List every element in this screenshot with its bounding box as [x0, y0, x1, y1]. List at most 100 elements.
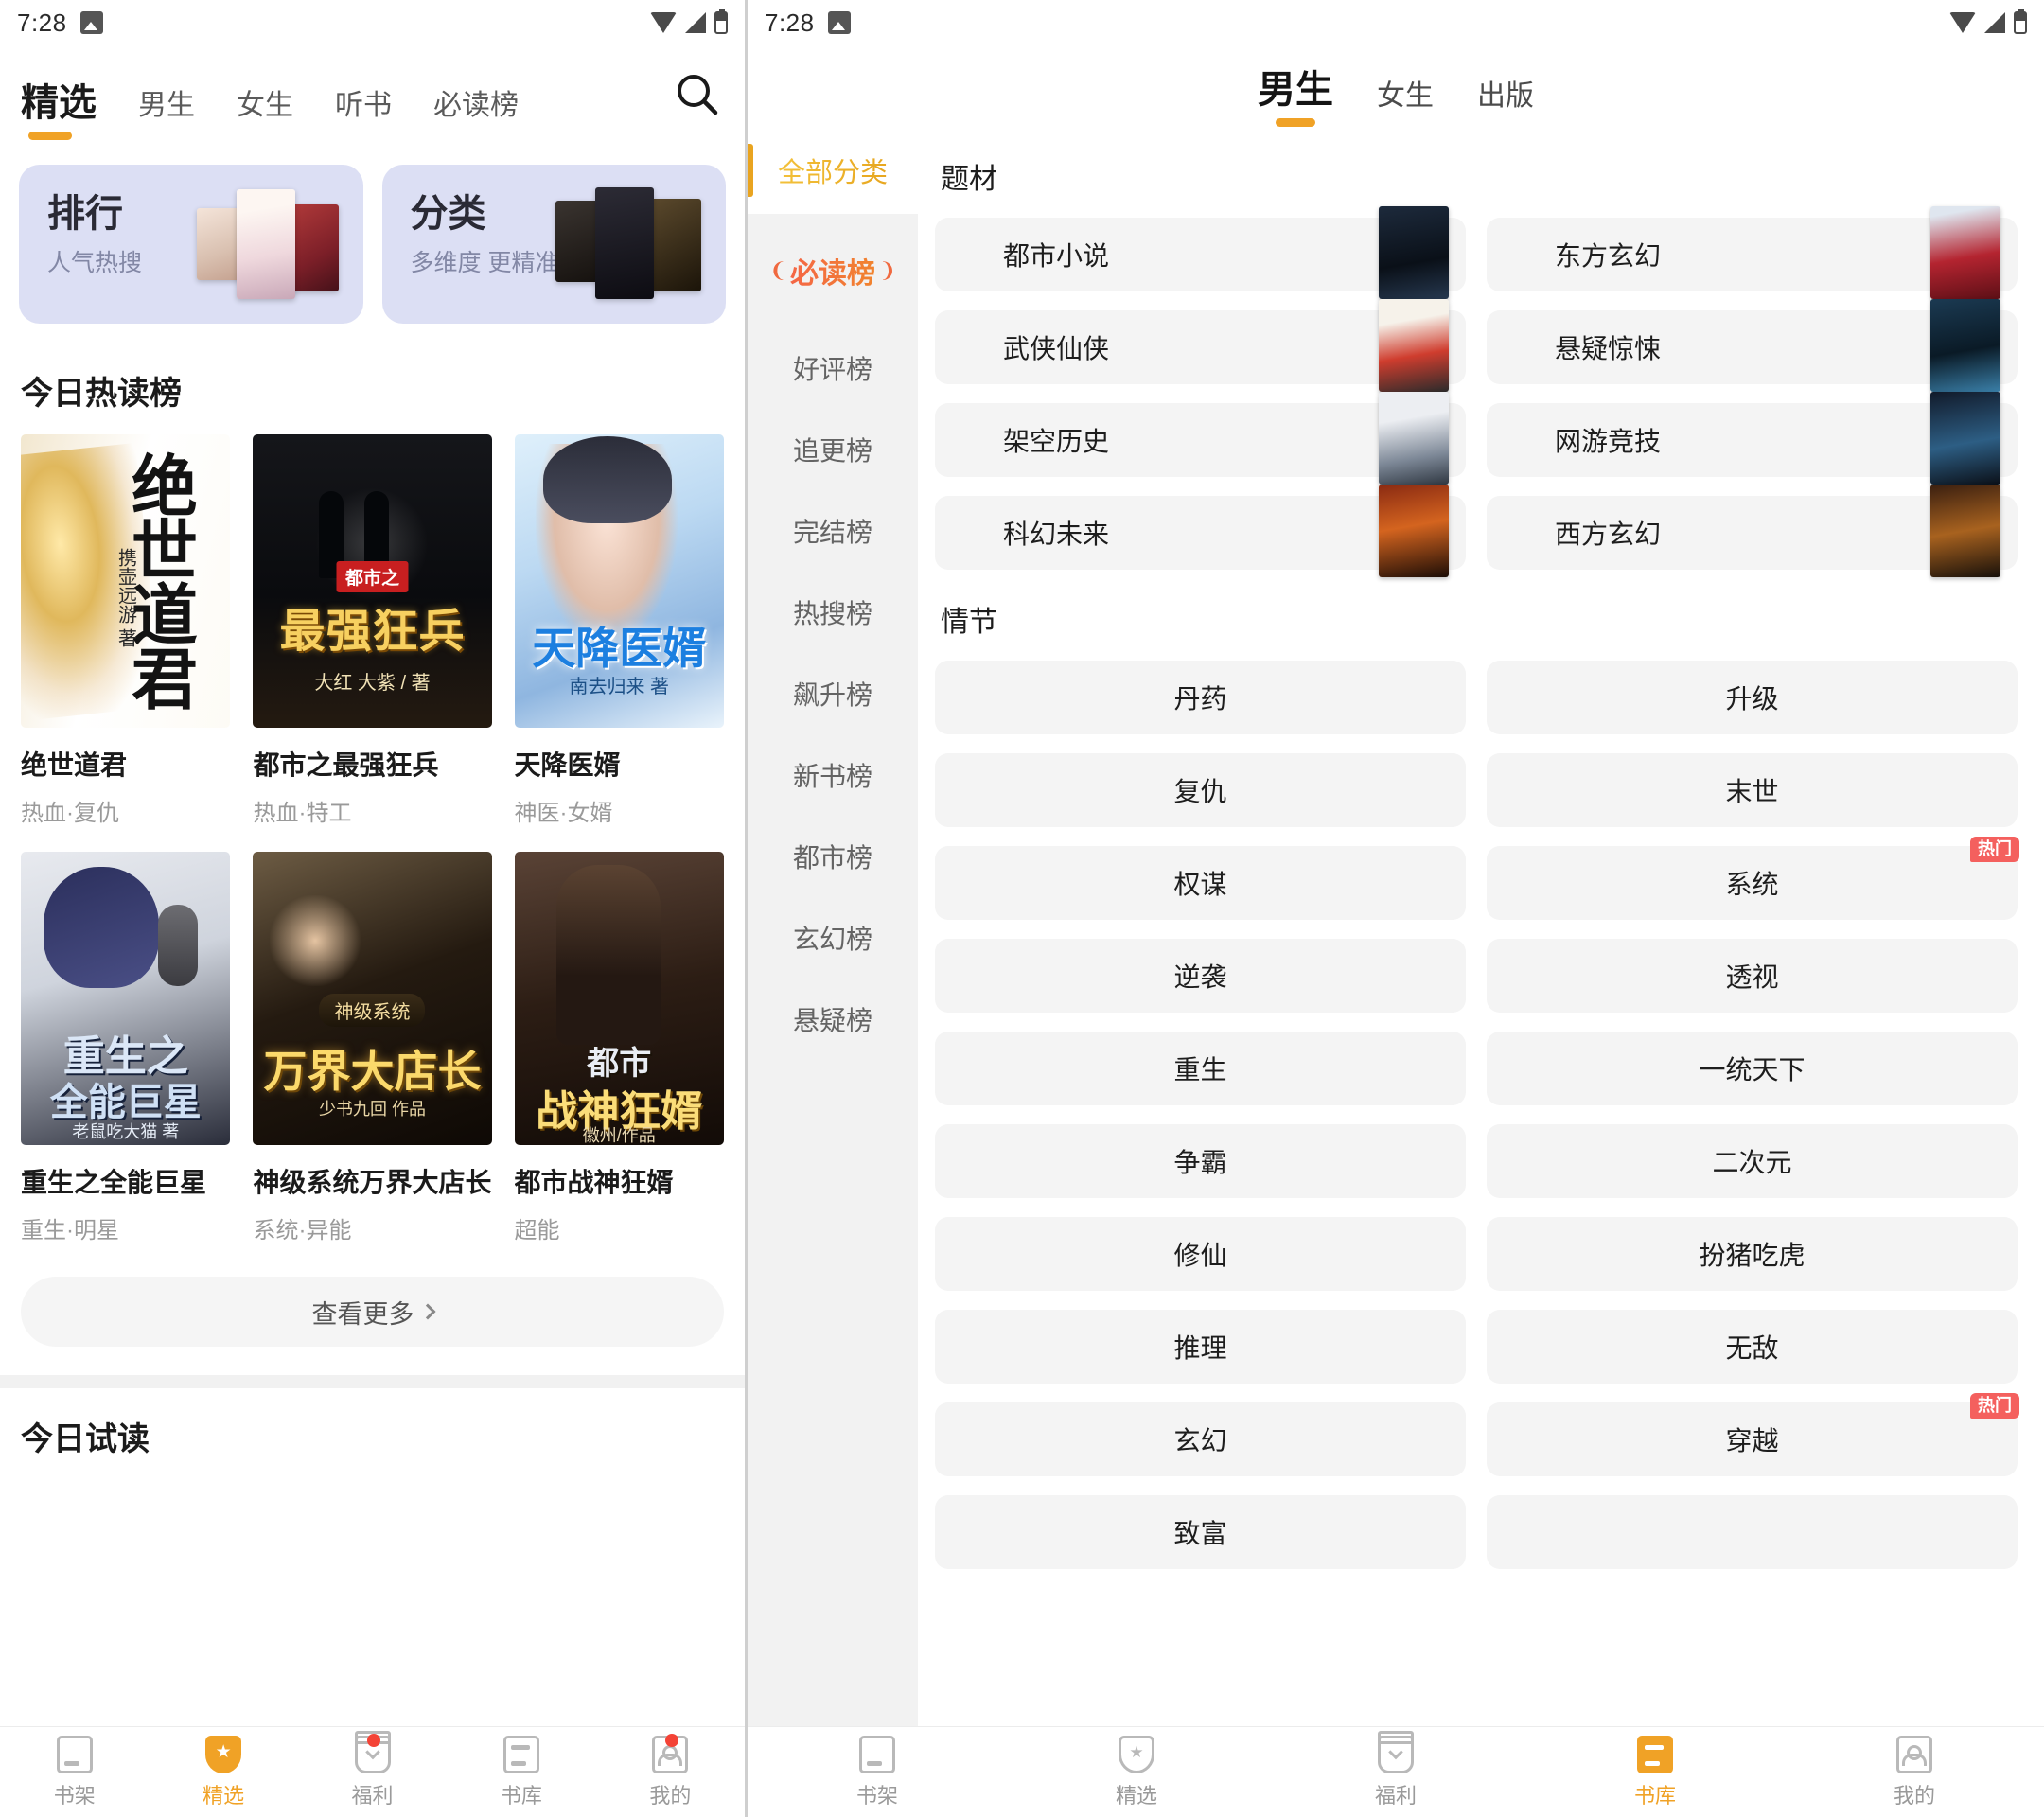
chip-cover-art: [1379, 392, 1449, 485]
cover-author-text: 携壶远游 著: [112, 548, 139, 647]
nav-item-fuli[interactable]: 福利: [1266, 1736, 1525, 1809]
chip-chongsheng[interactable]: 重生: [935, 1032, 1466, 1105]
chip-moshi[interactable]: 末世: [1487, 753, 2018, 827]
see-more-button[interactable]: 查看更多: [21, 1277, 724, 1347]
chip-nixi[interactable]: 逆袭: [935, 939, 1466, 1013]
nav-label: 我的: [1894, 1779, 1935, 1809]
chip-xifangxuanhuan[interactable]: 西方玄幻: [1487, 496, 2018, 570]
tab-nansheng[interactable]: 男生: [1258, 59, 1333, 119]
sidebar-item-wanjiebang[interactable]: 完结榜: [748, 490, 918, 572]
tab-chuban[interactable]: 出版: [1477, 72, 1534, 119]
chip-fuchou[interactable]: 复仇: [935, 753, 1466, 827]
chip-label: 复仇: [1173, 771, 1226, 809]
nav-item-bookshelf[interactable]: 书架: [0, 1736, 149, 1809]
chip-banzhuchihu[interactable]: 扮猪吃虎: [1487, 1217, 2018, 1291]
entry-card-ranking[interactable]: 排行 人气热搜: [19, 165, 363, 324]
nav-item-fuli[interactable]: 福利: [298, 1736, 447, 1809]
chip-yitongtianxia[interactable]: 一统天下: [1487, 1032, 2018, 1105]
chip-label: 权谋: [1173, 864, 1226, 902]
chip-zhifu[interactable]: 致富: [935, 1495, 1466, 1569]
book-cover[interactable]: 天降医婿 南去归来 著: [515, 434, 725, 728]
chip-dongfangxuanhuan[interactable]: 东方玄幻: [1487, 218, 2018, 291]
cover-title-text: 最强狂兵: [279, 593, 465, 660]
cover-author-text: 少书九回 作品: [319, 1096, 426, 1120]
tab-nvsheng[interactable]: 女生: [1377, 72, 1434, 119]
book-card[interactable]: 神级系统 万界大店长 少书九回 作品 神级系统万界大店长 系统·异能: [253, 852, 491, 1244]
sidebar-item-dushibang[interactable]: 都市榜: [748, 816, 918, 897]
book-title: 神级系统万界大店长: [253, 1162, 491, 1200]
chip-wangyoujingji[interactable]: 网游竞技: [1487, 403, 2018, 477]
book-cover[interactable]: 绝世道君 携壶远游 著: [21, 434, 230, 728]
nav-item-wode[interactable]: 我的: [1785, 1736, 2044, 1809]
entry-card-category[interactable]: 分类 多维度 更精准: [382, 165, 727, 324]
chip-tuili[interactable]: 推理: [935, 1310, 1466, 1384]
chip-cover-art: [1379, 485, 1449, 577]
chip-toushi[interactable]: 透视: [1487, 939, 2018, 1013]
section-divider: [0, 1375, 745, 1388]
book-card[interactable]: 都市之 最强狂兵 大红 大紫 / 著 都市之最强狂兵 热血·特工: [253, 434, 491, 827]
book-cover[interactable]: 都市之 最强狂兵 大红 大紫 / 著: [253, 434, 491, 728]
signal-icon: [1984, 12, 2005, 33]
sidebar-item-resoubang[interactable]: 热搜榜: [748, 572, 918, 653]
battery-icon: [2014, 11, 2027, 34]
tab-nansheng[interactable]: 男生: [117, 81, 216, 129]
chip-jiakonglishi[interactable]: 架空历史: [935, 403, 1466, 477]
chip-danyao[interactable]: 丹药: [935, 661, 1466, 734]
nav-item-jingxuan[interactable]: ★ 精选: [149, 1736, 297, 1809]
book-card[interactable]: 绝世道君 携壶远游 著 绝世道君 热血·复仇: [21, 434, 230, 827]
chip-label: 悬疑惊悚: [1555, 328, 1661, 366]
group-title-theme: 题材: [935, 127, 2018, 218]
book-cover[interactable]: 都市 战神狂婿 徽州/作品: [515, 852, 725, 1145]
chip-dushixiaoshuo[interactable]: 都市小说: [935, 218, 1466, 291]
chip-wuxiaxianxia[interactable]: 武侠仙侠: [935, 310, 1466, 384]
bottom-nav-left: 书架 ★ 精选 福利 书库 我的: [0, 1726, 745, 1817]
nav-item-shuku[interactable]: 书库: [1525, 1736, 1785, 1809]
search-icon[interactable]: [671, 69, 724, 122]
sidebar-item-all-categories[interactable]: 全部分类: [748, 127, 918, 214]
chip-xuanhuan[interactable]: 玄幻: [935, 1402, 1466, 1476]
nav-item-wode[interactable]: 我的: [596, 1736, 745, 1809]
tab-nvsheng[interactable]: 女生: [216, 81, 314, 129]
sidebar-item-zhuigengbang[interactable]: 追更榜: [748, 409, 918, 490]
chip-label: 无敌: [1725, 1328, 1778, 1366]
entry-category-art: [554, 185, 705, 303]
book-card[interactable]: 天降医婿 南去归来 著 天降医婿 神医·女婿: [515, 434, 725, 827]
book-tag: 重生·明星: [21, 1211, 230, 1244]
sidebar-item-biaoshengbang[interactable]: 飙升榜: [748, 653, 918, 734]
nav-item-shuku[interactable]: 书库: [447, 1736, 595, 1809]
tab-bidubang[interactable]: 必读榜: [413, 81, 539, 129]
book-card[interactable]: 都市 战神狂婿 徽州/作品 都市战神狂婿 超能: [515, 852, 725, 1244]
chip-label: 修仙: [1173, 1235, 1226, 1273]
chip-quanmou[interactable]: 权谋: [935, 846, 1466, 920]
book-cover[interactable]: 神级系统 万界大店长 少书九回 作品: [253, 852, 491, 1145]
category-sidebar: 全部分类 ❨ 必读榜 ❩ 好评榜 追更榜 完结榜 热搜榜 飙升榜 新书榜 都市榜…: [748, 127, 918, 1787]
chip-zhengba[interactable]: 争霸: [935, 1124, 1466, 1198]
chip-erciyuan[interactable]: 二次元: [1487, 1124, 2018, 1198]
sidebar-item-must-read[interactable]: ❨ 必读榜 ❩: [748, 214, 918, 327]
book-cover[interactable]: 重生之 全能巨星 老鼠吃大猫 著: [21, 852, 230, 1145]
chip-xitong[interactable]: 系统热门: [1487, 846, 2018, 920]
sidebar-item-xuanhuanbang[interactable]: 玄幻榜: [748, 897, 918, 979]
tab-jingxuan[interactable]: 精选: [21, 72, 117, 129]
book-card[interactable]: 重生之 全能巨星 老鼠吃大猫 著 重生之全能巨星 重生·明星: [21, 852, 230, 1244]
nav-item-bookshelf[interactable]: 书架: [748, 1736, 1007, 1809]
book-tag: 热血·特工: [253, 794, 491, 827]
nav-item-jingxuan[interactable]: ★ 精选: [1007, 1736, 1266, 1809]
chip-kehuanweilai[interactable]: 科幻未来: [935, 496, 1466, 570]
left-phone-screen: 7:28 精选 男生 女生 听书 必读榜 排: [0, 0, 748, 1817]
sidebar-item-xinshubang[interactable]: 新书榜: [748, 734, 918, 816]
book-title: 重生之全能巨星: [21, 1162, 230, 1200]
chip-shengji[interactable]: 升级: [1487, 661, 2018, 734]
chip-wudi[interactable]: 无敌: [1487, 1310, 2018, 1384]
tab-tingshu[interactable]: 听书: [314, 81, 413, 129]
sidebar-item-xuanyibang[interactable]: 悬疑榜: [748, 979, 918, 1060]
chip-placeholder[interactable]: [1487, 1495, 2018, 1569]
sidebar-item-haopingbang[interactable]: 好评榜: [748, 327, 918, 409]
book-tag: 系统·异能: [253, 1211, 491, 1244]
cover-author-text: 南去归来 著: [569, 671, 669, 698]
sidebar-item-label: 完结榜: [793, 512, 872, 550]
chip-xiuxian[interactable]: 修仙: [935, 1217, 1466, 1291]
chip-chuanyue[interactable]: 穿越热门: [1487, 1402, 2018, 1476]
nav-label: 精选: [1116, 1779, 1157, 1809]
chip-xuanyijingsong[interactable]: 悬疑惊悚: [1487, 310, 2018, 384]
